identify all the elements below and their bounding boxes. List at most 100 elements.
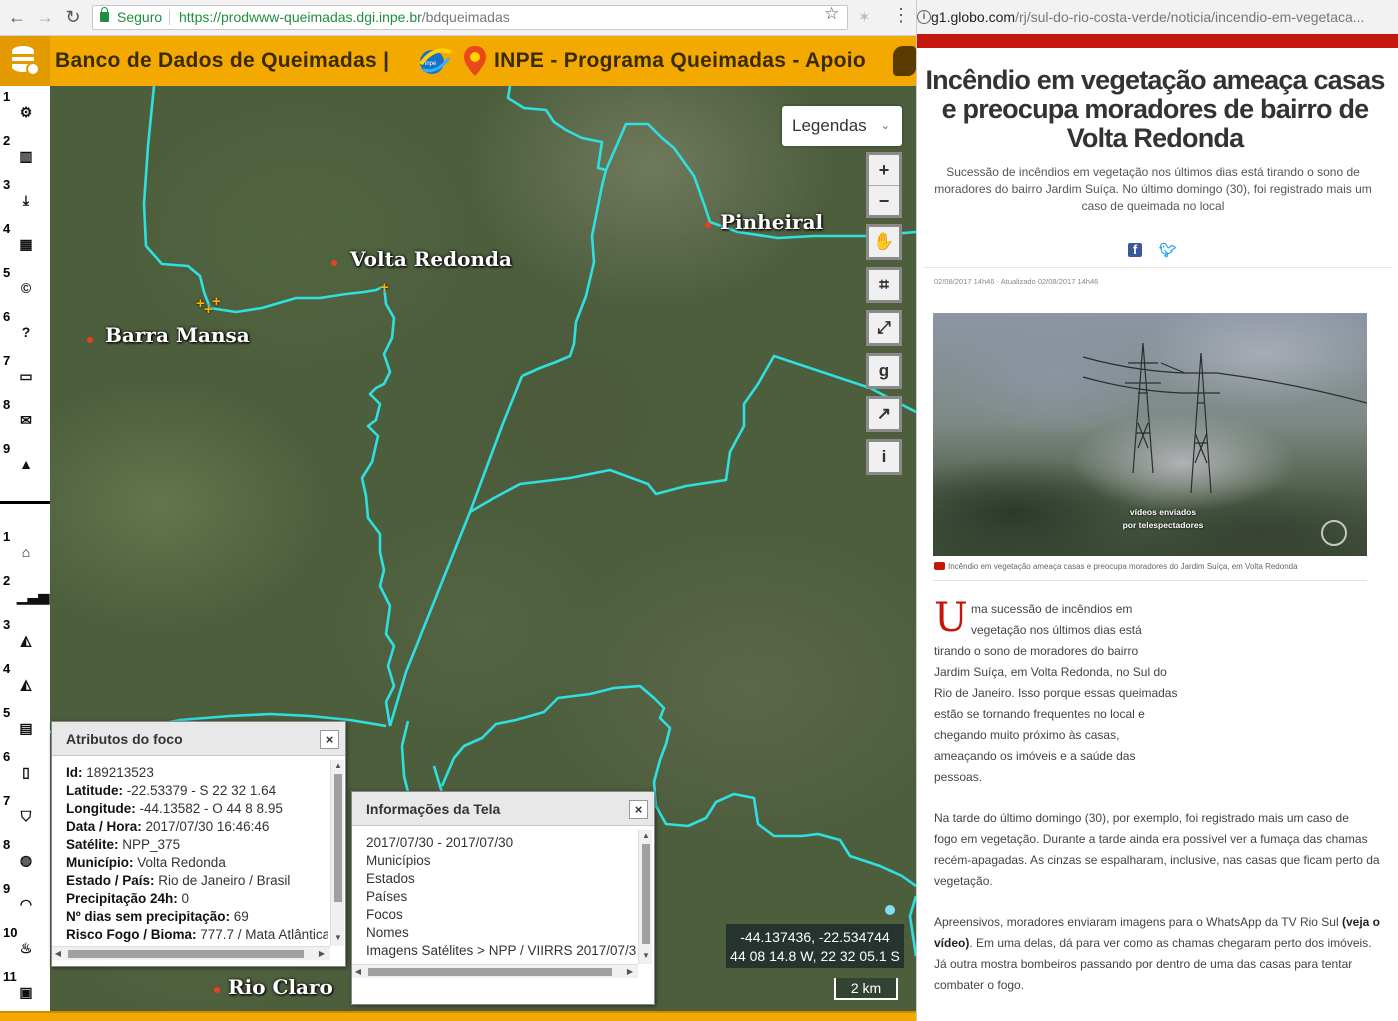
paragraph-line: fogo em vegetação. Durante a tarde ainda… bbox=[934, 832, 1368, 846]
scale-bar: 2 km bbox=[834, 978, 898, 1000]
sidebar-bottom-item-10[interactable]: 10 ♨ bbox=[0, 925, 50, 969]
attribute-value: 69 bbox=[230, 909, 249, 924]
paragraph-text: Apreensivos, moradores enviaram imagens … bbox=[934, 915, 1342, 929]
line-chart-icon[interactable]: ↗ bbox=[866, 396, 902, 432]
attribute-value: 2017/07/30 16:46:46 bbox=[141, 819, 270, 834]
screen-vertical-scrollbar[interactable]: ▲ ▼ bbox=[638, 830, 652, 964]
sidebar-bottom-item-9[interactable]: 9 ◠ bbox=[0, 881, 50, 925]
fullscreen-icon[interactable]: ⤢ bbox=[866, 310, 902, 346]
sidebar-item-number: 11 bbox=[3, 969, 17, 984]
left-address-toolbar: ← → ↻ Seguro https://prodwww-queimadas.d… bbox=[0, 0, 916, 36]
screen-info-row[interactable]: Nomes bbox=[366, 924, 636, 942]
screen-info-row[interactable]: Imagens Satélites > NPP / VIIRRS 2017/07… bbox=[366, 942, 636, 960]
article-date: 02/08/2017 14h46 · Atualizado 02/08/2017… bbox=[934, 277, 1099, 286]
extension-icon[interactable]: ✶ bbox=[858, 8, 871, 26]
attribute-label: Longitude: bbox=[66, 801, 136, 816]
info-icon[interactable]: i bbox=[866, 439, 902, 475]
url-host: https://prodwww-queimadas.dgi.inpe.br bbox=[179, 9, 422, 25]
article-video-thumbnail[interactable]: vídeos enviados por telespectadores bbox=[933, 313, 1367, 556]
city-marker[interactable] bbox=[87, 337, 93, 343]
sidebar-bottom-item-6[interactable]: 6 ▯ bbox=[0, 749, 50, 793]
left-url-field[interactable]: Seguro https://prodwww-queimadas.dgi.inp… bbox=[92, 5, 848, 30]
sidebar-top-item-2[interactable]: 2 ▥ bbox=[0, 133, 50, 177]
focus-vertical-scrollbar[interactable]: ▲ ▼ bbox=[330, 760, 344, 946]
attribute-label: Nº dias sem precipitação: bbox=[66, 909, 230, 924]
sidebar-top-item-7[interactable]: 7 ▭ bbox=[0, 353, 50, 397]
left-browser-window: ← → ↻ Seguro https://prodwww-queimadas.d… bbox=[0, 0, 916, 1021]
city-marker[interactable] bbox=[705, 222, 711, 228]
sidebar-item-number: 8 bbox=[3, 397, 11, 412]
forward-icon[interactable]: → bbox=[34, 6, 56, 28]
attribute-value: Rio de Janeiro / Brasil bbox=[154, 873, 291, 888]
sidebar-bottom-item-3[interactable]: 3 ◭ bbox=[0, 617, 50, 661]
inpe-logo-icon: inpe bbox=[419, 48, 452, 74]
app-title-secondary: INPE - Programa Queimadas - Apoio bbox=[494, 49, 867, 72]
city-marker[interactable] bbox=[331, 260, 337, 266]
article-paragraph-3: Apreensivos, moradores enviaram imagens … bbox=[934, 912, 1394, 996]
screen-info-row[interactable]: 2017/07/30 - 2017/07/30 bbox=[366, 834, 636, 852]
sidebar-bottom-item-5[interactable]: 5 ▤ bbox=[0, 705, 50, 749]
zoom-in-button[interactable]: + bbox=[869, 155, 899, 185]
sidebar-bottom-item-1[interactable]: 1 ⌂ bbox=[0, 529, 50, 573]
legend-dropdown[interactable]: Legendas ⌄ bbox=[782, 106, 902, 146]
close-icon[interactable]: × bbox=[629, 800, 648, 819]
crop-icon[interactable]: ⌗ bbox=[866, 267, 902, 303]
sidebar-top-item-1[interactable]: 1 ⚙ bbox=[0, 89, 50, 133]
map-point-marker[interactable] bbox=[885, 905, 895, 915]
calendar-icon: ▤ bbox=[19, 720, 33, 736]
sidebar-top-item-9[interactable]: 9 ▲ bbox=[0, 441, 50, 485]
back-icon[interactable]: ← bbox=[6, 6, 28, 28]
sidebar-top-item-8[interactable]: 8 ✉ bbox=[0, 397, 50, 441]
site-info-icon[interactable]: i bbox=[917, 10, 931, 24]
browser-menu-icon[interactable]: ⋮ bbox=[892, 5, 910, 26]
facebook-share-icon[interactable]: f bbox=[1128, 243, 1142, 257]
sidebar-bottom-item-8[interactable]: 8 ◍ bbox=[0, 837, 50, 881]
video-link[interactable]: vídeo) bbox=[934, 936, 969, 950]
sidebar-bottom-item-4[interactable]: 4 ◭ bbox=[0, 661, 50, 705]
reload-icon[interactable]: ↻ bbox=[62, 6, 84, 28]
sidebar-item-number: 4 bbox=[3, 661, 11, 676]
paragraph-line: recém-apagadas. As cinzas se espalharam,… bbox=[934, 853, 1380, 867]
paragraph-line: combater o fogo. bbox=[934, 978, 1025, 992]
divider bbox=[933, 580, 1367, 581]
focus-attribute-row: Precipitação 24h: 0 bbox=[66, 890, 328, 908]
channel-logo-icon bbox=[1321, 520, 1347, 546]
coords-decimal: -44.137436, -22.534744 bbox=[740, 929, 890, 945]
screen-horizontal-scrollbar[interactable]: ◀ ▶ bbox=[352, 964, 638, 978]
video-overlay-line-1: vídeos enviados bbox=[1129, 507, 1197, 517]
fire-focus-marker[interactable]: + bbox=[212, 294, 221, 309]
close-icon[interactable]: × bbox=[320, 730, 339, 749]
coords-dms: 44 08 14.8 W, 22 32 05.1 S bbox=[730, 948, 900, 964]
screen-info-row[interactable]: Municípios bbox=[366, 852, 636, 870]
paragraph-line: vídeo). Em uma delas, dá para ver como a… bbox=[934, 933, 1394, 954]
city-label-barra-mansa: Barra Mansa bbox=[105, 323, 250, 347]
database-logo-icon[interactable] bbox=[0, 36, 50, 86]
right-url-field[interactable]: i g1.globo.com/rj/sul-do-rio-costa-verde… bbox=[917, 0, 1398, 34]
pan-hand-icon[interactable]: ✋ bbox=[866, 224, 902, 260]
screen-info-row[interactable]: Focos bbox=[366, 906, 636, 924]
city-marker[interactable] bbox=[214, 987, 220, 993]
focus-horizontal-scrollbar[interactable]: ◀ ▶ bbox=[52, 946, 330, 960]
google-icon[interactable]: g bbox=[866, 353, 902, 389]
sidebar-top-item-5[interactable]: 5 © bbox=[0, 265, 50, 309]
video-link[interactable]: (veja o bbox=[1342, 915, 1380, 929]
sidebar-top-item-3[interactable]: 3 ⤓ bbox=[0, 177, 50, 221]
sidebar-bottom-item-2[interactable]: 2 ▁▃▅ bbox=[0, 573, 50, 617]
sidebar-top-item-4[interactable]: 4 ▦ bbox=[0, 221, 50, 265]
sidebar-top-item-6[interactable]: 6? bbox=[0, 309, 50, 353]
screen-info-row[interactable]: Países bbox=[366, 888, 636, 906]
screen-info-row[interactable]: Estados bbox=[366, 870, 636, 888]
twitter-share-icon[interactable]: 🐦︎ bbox=[1159, 243, 1177, 257]
article-subtitle: Sucessão de incêndios em vegetação nos ú… bbox=[934, 165, 1372, 213]
focus-attribute-row: Estado / País: Rio de Janeiro / Brasil bbox=[66, 872, 328, 890]
photo-caption-text: Incêndio em vegetação ameaça casas e pre… bbox=[948, 562, 1298, 571]
sidebar-bottom-item-7[interactable]: 7 ⛉ bbox=[0, 793, 50, 837]
paragraph-line: chegando muito próximo às casas, bbox=[934, 728, 1120, 742]
zoom-out-button[interactable]: − bbox=[869, 185, 899, 215]
sidebar-bottom-item-11[interactable]: 11 ▣ bbox=[0, 969, 50, 1013]
area-chart-icon: ◭ bbox=[20, 632, 32, 648]
bookmark-star-icon[interactable]: ☆ bbox=[824, 4, 839, 24]
legend-dropdown-label: Legendas bbox=[792, 116, 867, 135]
fire-focus-marker[interactable]: + bbox=[380, 280, 389, 295]
help-icon: ? bbox=[21, 324, 31, 340]
